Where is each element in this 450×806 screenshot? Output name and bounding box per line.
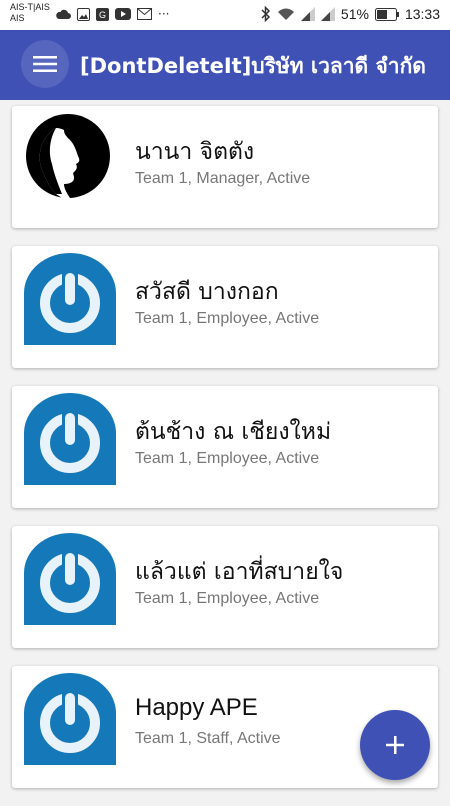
hamburger-menu-icon: [33, 56, 57, 72]
signal-icon-2: [320, 7, 335, 21]
power-logo-icon: [24, 253, 116, 345]
employee-name: นานา จิตตัง: [135, 139, 255, 165]
status-right: 51% 13:33: [261, 6, 440, 22]
bluetooth-icon: [261, 6, 270, 22]
power-logo-icon: [24, 393, 116, 485]
employee-name: Happy APE: [135, 694, 258, 721]
woman-silhouette-icon: [26, 114, 110, 198]
carrier-line1: AIS-T|AIS: [10, 2, 50, 12]
employee-details: Team 1, Employee, Active: [135, 450, 320, 467]
employee-card[interactable]: นานา จิตตัง Team 1, Manager, Active: [12, 106, 438, 228]
employee-details: Team 1, Employee, Active: [135, 590, 320, 607]
app-badge-icon: G: [96, 7, 109, 21]
signal-icon-1: [300, 7, 315, 21]
wifi-icon: [277, 8, 294, 20]
clock: 13:33: [404, 6, 440, 22]
employee-card[interactable]: แล้วแต่ เอาที่สบายใจ Team 1, Employee, A…: [12, 526, 438, 648]
employee-details: Team 1, Staff, Active: [135, 730, 281, 747]
add-employee-button[interactable]: +: [360, 710, 430, 780]
more-notifications-icon: ···: [158, 7, 170, 21]
svg-text:G: G: [99, 10, 106, 20]
employee-details: Team 1, Manager, Active: [135, 170, 311, 187]
carrier-line2: AIS: [10, 13, 25, 23]
employee-card[interactable]: สวัสดี บางกอก Team 1, Employee, Active: [12, 246, 438, 368]
menu-button[interactable]: [21, 40, 69, 88]
plus-icon: [386, 736, 404, 754]
cloud-icon: [56, 9, 71, 19]
carrier-label: AIS-T|AIS AIS: [10, 2, 50, 24]
mail-icon: [137, 8, 152, 20]
employee-details: Team 1, Employee, Active: [135, 310, 320, 327]
battery-percent: 51%: [340, 6, 369, 22]
power-logo-icon: [24, 533, 116, 625]
app-bar: [DontDeleteIt]บริษัท เวลาดี จำกัด: [0, 30, 450, 100]
employee-name: แล้วแต่ เอาที่สบายใจ: [135, 559, 344, 585]
employee-name: ต้นช้าง ณ เชียงใหม่: [135, 419, 332, 445]
power-logo-icon: [24, 673, 116, 765]
employee-card[interactable]: ต้นช้าง ณ เชียงใหม่ Team 1, Employee, Ac…: [12, 386, 438, 508]
youtube-icon: [115, 8, 131, 20]
employee-name: สวัสดี บางกอก: [135, 279, 279, 305]
status-bar: AIS-T|AIS AIS G ··· 51% 13:33: [0, 0, 450, 30]
page-title: [DontDeleteIt]บริษัท เวลาดี จำกัด: [80, 54, 426, 78]
employee-list: นานา จิตตัง Team 1, Manager, Active สวัส…: [12, 106, 438, 806]
notification-icons: G ···: [55, 7, 169, 21]
image-icon: [77, 7, 90, 21]
battery-icon: [374, 7, 399, 21]
